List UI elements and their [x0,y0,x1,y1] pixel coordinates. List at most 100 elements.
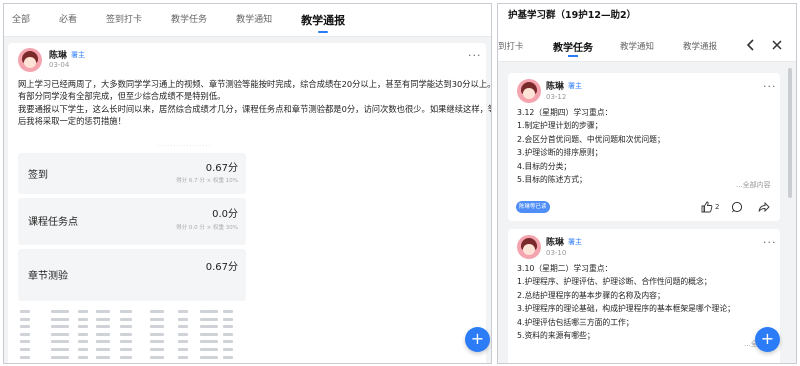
table-row [18,339,246,344]
table-cell [20,325,30,329]
tab-teaching-bulletin[interactable]: 教学通报 [301,4,345,37]
score-value: 0.0分 [212,209,238,220]
avatar[interactable] [517,235,541,259]
author-name: 陈琳 [546,238,565,248]
card-line: 1.护理程序、护理评估、护理诊断、合作性问题的概念； [517,277,712,287]
score-row-task-points: 课程任务点 0.0分 得分 0.0 分 × 权重 30% [18,198,246,245]
more-horizontal-icon[interactable]: ··· [763,236,777,249]
table-cell [200,317,218,321]
table-cell [96,310,110,313]
tab-teaching-bulletin[interactable]: 教学通报 [683,40,717,52]
read-status-badge[interactable]: 陈琳等已读 [516,201,550,213]
table-cell [96,348,110,351]
card-line: 5.资料的来源有哪些； [517,331,595,341]
table-cell [150,348,164,351]
table-cell [96,355,110,359]
table-cell [120,310,132,313]
scrollbar[interactable] [788,68,792,198]
card-line: 3.12（星期四）学习重点： [517,108,613,117]
chevron-left-icon[interactable] [746,38,756,52]
card-line: 2.总结护理程序的基本步骤的名称及内容； [517,290,665,300]
table-cell [223,355,233,359]
avatar[interactable] [517,79,541,103]
table-cell [51,310,69,313]
full-content-link[interactable]: ...全部内容 [736,180,771,190]
role-badge: 署主 [71,51,85,59]
table-cell [200,325,218,329]
table-cell [200,348,218,351]
role-badge: 署主 [568,238,582,246]
more-horizontal-icon[interactable]: ··· [763,80,777,93]
tab-teaching-tasks[interactable]: 教学任务 [553,39,593,54]
table-cell [20,332,30,336]
table-cell [78,317,88,321]
share-icon[interactable] [758,201,770,213]
table-cell [51,348,69,351]
card-line: 4.目标的分类； [517,161,572,171]
author-name: 陈琳 [49,51,68,61]
table-row [18,362,246,364]
table-cell [178,317,188,321]
tab-teaching-notice[interactable]: 教学通知 [620,40,654,52]
table-cell [223,340,233,344]
task-card: 陈琳 署主 03-12 ··· 3.12（星期四）学习重点： 1.制定护理计划的… [508,73,780,221]
table-cell [223,348,233,351]
table-cell [150,325,164,329]
tab-check-in[interactable]: 到打卡 [498,40,524,52]
table-cell [96,340,110,344]
tab-must-see[interactable]: 必看 [59,4,77,37]
table-cell [51,332,69,336]
score-name: 课程任务点 [28,217,78,228]
post-line: 后我将采取一定的惩罚措施！ [18,115,126,126]
table-cell [150,332,164,336]
thumbs-up-icon[interactable] [701,201,713,213]
score-value: 0.67分 [205,262,238,273]
avatar[interactable] [18,48,42,72]
left-panel: 全部 必看 签到打卡 教学任务 教学通知 教学通报 陈琳 署主 03-04 ··… [3,3,492,364]
card-line: 5.目标的陈述方式； [517,175,587,185]
card-body: 3.12（星期四）学习重点： 1.制定护理计划的步骤； 2.会区分首优问题、中优… [517,106,665,186]
table-cell [200,363,218,364]
score-row-signin: 签到 0.67分 得分 6.7 分 × 权重 10% [18,153,246,194]
table-cell [20,348,30,351]
comment-icon[interactable] [731,201,743,213]
table-cell [51,340,69,344]
table-cell [120,355,132,359]
table-cell [150,355,164,359]
table-cell [78,348,88,351]
table-cell [223,332,233,336]
table-cell [96,325,110,329]
score-value: 0.67分 [205,163,238,174]
card-line: 1.制定护理计划的步骤； [517,121,603,131]
table-cell [200,310,218,313]
table-cell [96,332,110,336]
table-row [18,324,246,329]
post-line: 网上学习已经两周了，大多数同学学习通上的视频、章节测验等能按时完成，综合成绩在2… [18,79,492,89]
table-cell [223,317,233,321]
table-cell [78,310,88,313]
add-button[interactable]: + [755,327,780,352]
table-cell [223,363,233,364]
tab-teaching-tasks[interactable]: 教学任务 [171,4,207,37]
table-row [18,355,246,360]
table-cell [78,325,88,329]
right-panel: 护基学习群（19护12—助2） 到打卡 教学任务 教学通知 教学通报 陈琳 署主… [497,3,797,364]
table-cell [120,348,132,351]
table-cell [120,340,132,344]
add-button[interactable]: + [465,327,490,352]
score-row-chapter-quiz: 章节测验 0.67分 [18,249,246,301]
tab-teaching-notice[interactable]: 教学通知 [236,4,272,37]
group-title: 护基学习群（19护12—助2） [498,4,796,30]
tab-all[interactable]: 全部 [12,4,30,37]
table-cell [200,340,218,344]
table-cell [20,340,30,344]
post-date: 03-04 [49,61,70,69]
tab-check-in[interactable]: 签到打卡 [106,4,142,37]
score-screenshot-image[interactable]: · · · · · · · · · · · · · · · · · 签到 0.6… [18,141,246,364]
table-row [18,309,246,314]
table-cell [150,363,164,364]
close-icon[interactable] [771,38,783,52]
table-cell [178,340,188,344]
table-cell [51,355,69,359]
more-horizontal-icon[interactable]: ··· [468,49,482,62]
